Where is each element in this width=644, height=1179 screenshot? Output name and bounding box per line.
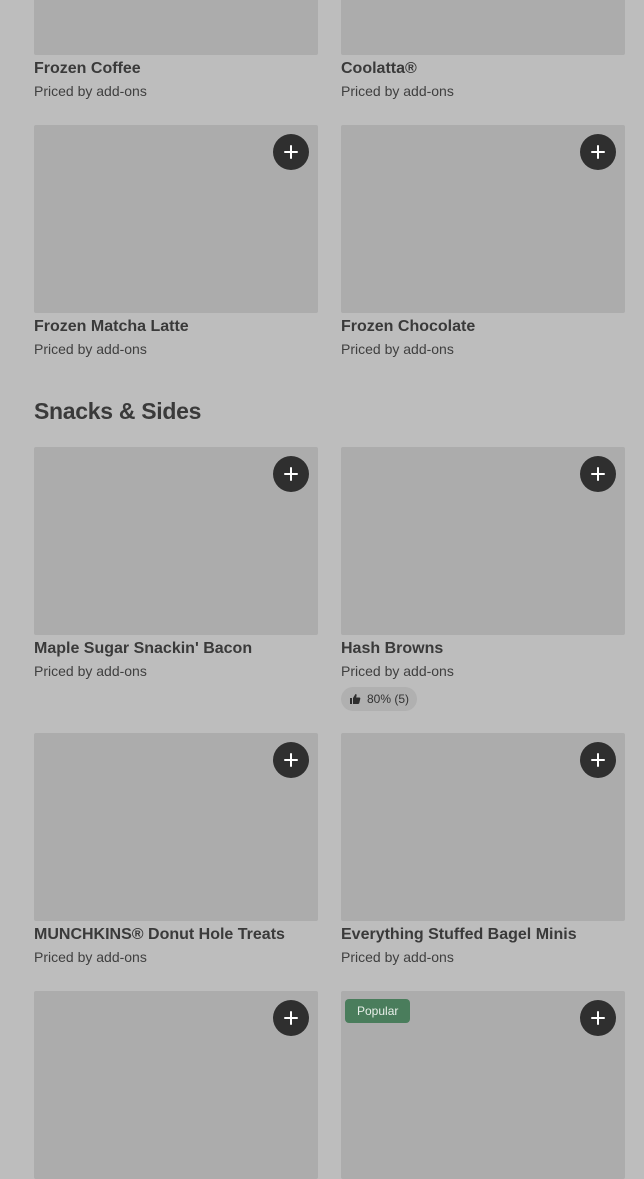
popular-badge: Popular <box>345 999 411 1023</box>
menu-item-card[interactable]: MUNCHKINS® Donut Hole Treats Priced by a… <box>34 733 318 966</box>
item-name: Coolatta® <box>341 60 417 77</box>
item-price: Priced by add-ons <box>341 949 454 965</box>
plus-icon <box>591 467 605 481</box>
menu-item-card[interactable]: Frozen Chocolate Priced by add-ons <box>341 125 625 358</box>
item-image[interactable] <box>34 447 318 635</box>
item-image[interactable] <box>341 733 625 921</box>
menu-item-card[interactable]: Hash Browns Priced by add-ons 80% (5) <box>341 447 625 711</box>
item-price: Priced by add-ons <box>34 341 147 357</box>
item-image[interactable] <box>34 0 318 55</box>
plus-icon <box>284 467 298 481</box>
menu-item-card[interactable]: Maple Sugar Snackin' Bacon Priced by add… <box>34 447 318 680</box>
menu-item-card[interactable] <box>34 991 318 1179</box>
plus-icon <box>591 753 605 767</box>
item-name: MUNCHKINS® Donut Hole Treats <box>34 926 285 943</box>
item-image[interactable] <box>341 447 625 635</box>
item-image[interactable] <box>341 0 625 55</box>
add-item-button[interactable] <box>273 742 309 778</box>
add-item-button[interactable] <box>580 1000 616 1036</box>
item-name: Hash Browns <box>341 640 444 657</box>
plus-icon <box>591 1011 605 1025</box>
section-title: Snacks & Sides <box>34 398 202 424</box>
menu-item-card[interactable]: Frozen Coffee Priced by add-ons <box>34 0 318 100</box>
item-name: Frozen Chocolate <box>341 318 476 335</box>
item-price: Priced by add-ons <box>34 949 147 965</box>
item-image[interactable] <box>34 733 318 921</box>
item-price: Priced by add-ons <box>34 663 147 679</box>
add-item-button[interactable] <box>580 134 616 170</box>
add-item-button[interactable] <box>580 742 616 778</box>
item-price: Priced by add-ons <box>341 663 454 679</box>
item-name: Everything Stuffed Bagel Minis <box>341 926 577 943</box>
menu-item-card[interactable]: Coolatta® Priced by add-ons <box>341 0 625 100</box>
plus-icon <box>284 145 298 159</box>
item-price: Priced by add-ons <box>341 341 454 357</box>
add-item-button[interactable] <box>273 134 309 170</box>
rating-text: 80% (5) <box>367 692 410 706</box>
menu-page: Frozen Coffee Priced by add-ons Coolatta… <box>0 0 644 1179</box>
plus-icon <box>591 145 605 159</box>
item-name: Maple Sugar Snackin' Bacon <box>34 640 253 657</box>
menu-item-card[interactable]: Frozen Matcha Latte Priced by add-ons <box>34 125 318 358</box>
item-name: Frozen Matcha Latte <box>34 318 189 335</box>
menu-item-card[interactable]: Popular <box>341 991 625 1179</box>
item-image[interactable] <box>34 125 318 313</box>
add-item-button[interactable] <box>580 456 616 492</box>
menu-item-card[interactable]: Everything Stuffed Bagel Minis Priced by… <box>341 733 625 966</box>
add-item-button[interactable] <box>273 1000 309 1036</box>
thumbs-up-icon <box>350 694 361 704</box>
add-item-button[interactable] <box>273 456 309 492</box>
item-price: Priced by add-ons <box>341 83 454 99</box>
item-image[interactable] <box>341 125 625 313</box>
item-image[interactable] <box>34 991 318 1179</box>
item-price: Priced by add-ons <box>34 83 147 99</box>
item-name: Frozen Coffee <box>34 60 141 77</box>
rating-badge: 80% (5) <box>341 687 418 711</box>
plus-icon <box>284 753 298 767</box>
item-image[interactable]: Popular <box>341 991 625 1179</box>
plus-icon <box>284 1011 298 1025</box>
